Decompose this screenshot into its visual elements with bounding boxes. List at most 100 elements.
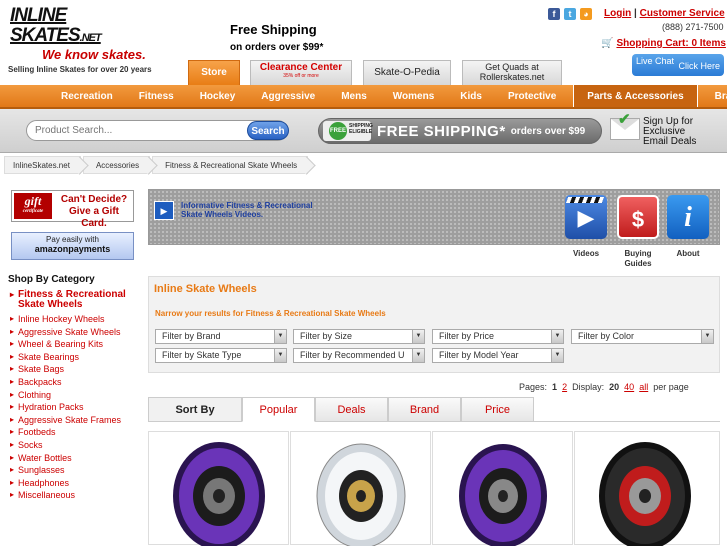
per-page-label: per page xyxy=(653,382,689,392)
free-shipping-title: Free Shipping xyxy=(230,22,317,37)
category-item[interactable]: Water Bottles xyxy=(10,452,134,465)
product-card[interactable] xyxy=(148,431,289,546)
page-2-link[interactable]: 2 xyxy=(562,382,567,392)
pagination: Pages: 1 2 Display: 20 40 all per page xyxy=(519,382,689,392)
category-item[interactable]: Wheel & Bearing Kits xyxy=(10,338,134,351)
nav-hockey[interactable]: Hockey xyxy=(187,85,249,109)
live-chat-sublabel: Click Here xyxy=(678,61,720,71)
display-all-link[interactable]: all xyxy=(639,382,648,392)
dropdown-arrow-icon: ▼ xyxy=(412,330,424,343)
tab-skate-o-pedia[interactable]: Skate-O-Pedia xyxy=(363,60,451,85)
dropdown-arrow-icon: ▼ xyxy=(701,330,713,343)
page-1-current: 1 xyxy=(552,382,558,392)
breadcrumb-current[interactable]: Fitness & Recreational Skate Wheels xyxy=(152,156,309,174)
category-item[interactable]: Backpacks xyxy=(10,376,134,389)
twitter-icon[interactable]: t xyxy=(564,8,576,20)
nav-kids[interactable]: Kids xyxy=(447,85,495,109)
filter-recommended-select[interactable]: Filter by Recommended U ▼ xyxy=(293,348,425,363)
sort-tab-price[interactable]: Price xyxy=(461,397,534,422)
filter-color-select[interactable]: Filter by Color ▼ xyxy=(571,329,714,344)
shopping-cart-link[interactable]: 🛒 Shopping Cart: 0 Items xyxy=(601,38,726,49)
breadcrumb-home[interactable]: InlineSkates.net xyxy=(4,156,81,174)
category-item[interactable]: Skate Bags xyxy=(10,363,134,376)
category-item[interactable]: Aggressive Skate Wheels xyxy=(10,326,134,339)
rss-icon[interactable]: ◕ xyxy=(580,8,592,20)
gift-card-banner[interactable]: gift certificate Can't Decide? Give a Gif… xyxy=(11,190,134,229)
category-item[interactable]: Aggressive Skate Frames xyxy=(10,414,134,427)
tab-clearance-center[interactable]: Clearance Center 35% off or more xyxy=(250,60,352,85)
live-chat-button[interactable]: Live Chat Click Here xyxy=(632,54,724,76)
facebook-icon[interactable]: f xyxy=(548,8,560,20)
clapperboard-icon[interactable]: ▶ xyxy=(565,195,607,239)
filter-brand-select[interactable]: Filter by Brand ▼ xyxy=(155,329,287,344)
filter-price-select[interactable]: Filter by Price ▼ xyxy=(432,329,564,344)
dropdown-arrow-icon: ▼ xyxy=(551,330,563,343)
customer-service-link[interactable]: Customer Service xyxy=(640,8,725,19)
category-item[interactable]: Clothing xyxy=(10,389,134,402)
category-item[interactable]: Headphones xyxy=(10,477,134,490)
nav-brands[interactable]: Brands xyxy=(702,85,727,109)
display-40-link[interactable]: 40 xyxy=(624,382,634,392)
breadcrumb-accessories[interactable]: Accessories xyxy=(82,156,151,174)
amazon-line1: Pay easily with xyxy=(46,235,99,244)
product-card[interactable] xyxy=(432,431,573,546)
display-label: Display: xyxy=(572,382,605,392)
filter-skate-type-select[interactable]: Filter by Skate Type ▼ xyxy=(155,348,287,363)
info-icon[interactable]: i xyxy=(667,195,709,239)
logo-net: .NET xyxy=(79,32,102,44)
dropdown-arrow-icon: ▼ xyxy=(274,330,286,343)
nav-womens[interactable]: Womens xyxy=(380,85,448,109)
sort-tab-deals[interactable]: Deals xyxy=(315,397,388,422)
nav-protective[interactable]: Protective xyxy=(495,85,569,109)
category-item[interactable]: Inline Hockey Wheels xyxy=(10,313,134,326)
tab-store[interactable]: Store xyxy=(188,60,240,85)
buying-guides-label[interactable]: Buying Guides xyxy=(618,249,658,269)
search-button[interactable]: Search xyxy=(247,121,289,140)
logo-tagline: Selling Inline Skates for over 20 years xyxy=(8,65,152,74)
nav-recreation[interactable]: Recreation xyxy=(48,85,126,109)
about-label[interactable]: About xyxy=(668,249,708,259)
free-shipping-small: orders over $99 xyxy=(510,125,586,137)
amazon-payments-banner[interactable]: Pay easily with amazonpayments xyxy=(11,232,134,260)
cart-icon: 🛒 xyxy=(601,38,614,49)
buying-guide-icon[interactable]: $ xyxy=(617,195,659,239)
tab-rollerskates[interactable]: Get Quads at Rollerskates.net xyxy=(462,60,562,85)
panel-heading: Inline Skate Wheels xyxy=(154,283,257,295)
gift-logo-text: gift xyxy=(24,194,42,208)
category-item[interactable]: Skate Bearings xyxy=(10,351,134,364)
category-item[interactable]: Sunglasses xyxy=(10,464,134,477)
nav-aggressive[interactable]: Aggressive xyxy=(248,85,328,109)
site-logo[interactable]: INLINE SKATES.NET We know skates. Sellin… xyxy=(8,6,160,75)
filter-label: Filter by Size xyxy=(300,331,353,341)
shipping-eligible-text: SHIPPING ELIGIBLE xyxy=(349,123,373,135)
videos-label[interactable]: Videos xyxy=(566,249,606,259)
filter-model-year-select[interactable]: Filter by Model Year ▼ xyxy=(432,348,564,363)
product-card[interactable] xyxy=(290,431,431,546)
filter-label: Filter by Skate Type xyxy=(162,350,242,360)
gift-certificate-logo: gift certificate xyxy=(14,193,52,219)
video-banner-text[interactable]: Informative Fitness & Recreational Skate… xyxy=(181,201,321,219)
category-item[interactable]: Socks xyxy=(10,439,134,452)
category-item[interactable]: Hydration Packs xyxy=(10,401,134,414)
email-signup[interactable]: ✔ Sign Up for Exclusive Email Deals xyxy=(610,111,702,150)
product-image xyxy=(316,443,406,546)
nav-parts-accessories[interactable]: Parts & Accessories xyxy=(573,85,698,109)
free-shipping-banner[interactable]: FREE SHIPPING ELIGIBLE FREE SHIPPING* or… xyxy=(318,118,602,144)
pages-label: Pages: xyxy=(519,382,548,392)
product-card[interactable] xyxy=(574,431,720,546)
category-item[interactable]: Footbeds xyxy=(10,426,134,439)
nav-fitness[interactable]: Fitness xyxy=(126,85,187,109)
sort-tab-brand[interactable]: Brand xyxy=(388,397,461,422)
category-item[interactable]: Miscellaneous xyxy=(10,489,134,502)
dropdown-arrow-icon: ▼ xyxy=(274,349,286,362)
filter-size-select[interactable]: Filter by Size ▼ xyxy=(293,329,425,344)
shipping-eligible-badge: FREE SHIPPING ELIGIBLE xyxy=(323,121,373,141)
filter-label: Filter by Recommended U xyxy=(300,350,405,360)
category-item[interactable]: Fitness & Recreational Skate Wheels xyxy=(10,290,134,310)
top-links: Login | Customer Service xyxy=(604,8,725,19)
checkmark-icon: ✔ xyxy=(618,111,631,128)
sort-tab-popular[interactable]: Popular xyxy=(242,397,315,422)
login-link[interactable]: Login xyxy=(604,8,631,19)
nav-mens[interactable]: Mens xyxy=(328,85,380,109)
amazon-line2: amazonpayments xyxy=(34,244,111,254)
